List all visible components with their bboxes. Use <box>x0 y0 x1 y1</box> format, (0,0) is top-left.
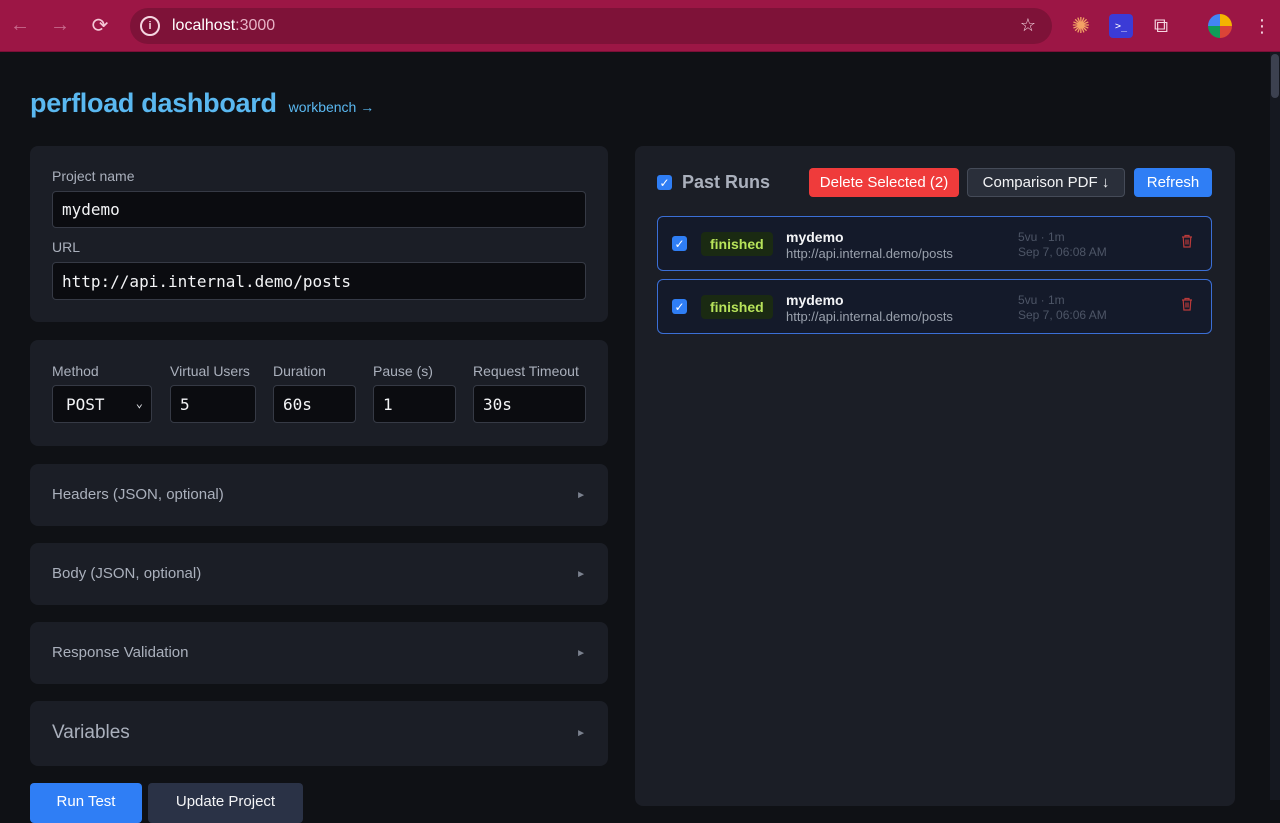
variables-section-label: Variables <box>52 722 130 743</box>
pause-label: Pause (s) <box>373 363 433 379</box>
run-project-name: mydemo <box>786 229 844 245</box>
run-checkbox[interactable]: ✓ <box>672 299 687 314</box>
body-section[interactable]: Body (JSON, optional) ► <box>30 543 608 605</box>
pause-input[interactable]: 1 <box>373 385 456 423</box>
expand-arrow-icon: ► <box>576 490 586 501</box>
headers-section[interactable]: Headers (JSON, optional) ► <box>30 464 608 526</box>
method-select[interactable]: POST ⌄ <box>52 385 152 423</box>
site-info-icon[interactable]: i <box>140 16 160 36</box>
duration-input[interactable]: 60s <box>273 385 356 423</box>
project-card: Project name mydemo URL http://api.inter… <box>30 146 608 322</box>
virtual-users-label: Virtual Users <box>170 363 250 379</box>
address-bar[interactable]: i localhost:3000 ☆ <box>130 8 1052 44</box>
past-runs-title: Past Runs <box>682 172 771 192</box>
url-input[interactable]: http://api.internal.demo/posts <box>52 262 586 300</box>
status-badge: finished <box>701 232 773 256</box>
reload-icon[interactable]: ⟳ <box>80 0 120 52</box>
project-name-label: Project name <box>52 168 135 184</box>
project-name-input[interactable]: mydemo <box>52 191 586 228</box>
config-card: Method POST ⌄ Virtual Users 5 Duration 6… <box>30 340 608 446</box>
update-project-button[interactable]: Update Project <box>148 783 303 823</box>
run-url: http://api.internal.demo/posts <box>786 246 953 261</box>
run-row[interactable]: ✓ finished mydemo http://api.internal.de… <box>657 279 1212 334</box>
refresh-button[interactable]: Refresh <box>1134 168 1212 197</box>
chevron-down-icon: ⌄ <box>135 396 143 410</box>
forward-icon[interactable]: → <box>40 0 80 52</box>
run-test-button[interactable]: Run Test <box>30 783 142 823</box>
url-label: URL <box>52 239 81 255</box>
expand-arrow-icon: ► <box>576 648 586 659</box>
request-timeout-label: Request Timeout <box>473 363 579 379</box>
comparison-pdf-button[interactable]: Comparison PDF ↓ <box>967 168 1125 197</box>
claude-extension-icon[interactable]: ✺ <box>1069 13 1093 38</box>
run-url: http://api.internal.demo/posts <box>786 309 953 324</box>
method-label: Method <box>52 363 99 379</box>
back-icon[interactable]: ← <box>0 0 40 52</box>
headers-section-label: Headers (JSON, optional) <box>52 486 224 503</box>
delete-selected-button[interactable]: Delete Selected (2) <box>809 168 959 197</box>
browser-toolbar: ← → ⟳ i localhost:3000 ☆ ✺ >_ ⧉ ⋮ <box>0 0 1280 52</box>
bookmark-star-icon[interactable]: ☆ <box>1020 15 1036 36</box>
method-select-value: POST <box>66 394 105 414</box>
expand-arrow-icon: ► <box>576 569 586 580</box>
status-badge: finished <box>701 295 773 319</box>
page-title: perfload dashboard <box>30 88 277 118</box>
page-content: perfload dashboard workbench → Project n… <box>0 52 1280 823</box>
trash-icon[interactable] <box>1181 297 1193 311</box>
workbench-link[interactable]: workbench → <box>289 99 375 115</box>
page-scrollbar[interactable] <box>1270 52 1280 800</box>
run-timestamp: Sep 7, 06:08 AM <box>1018 245 1107 259</box>
response-validation-section[interactable]: Response Validation ► <box>30 622 608 684</box>
terminal-extension-icon[interactable]: >_ <box>1109 14 1133 38</box>
request-timeout-input[interactable]: 30s <box>473 385 586 423</box>
profile-avatar[interactable] <box>1208 14 1232 38</box>
run-row[interactable]: ✓ finished mydemo http://api.internal.de… <box>657 216 1212 271</box>
address-url[interactable]: localhost:3000 <box>172 17 275 35</box>
select-all-checkbox[interactable]: ✓ <box>657 175 672 190</box>
virtual-users-input[interactable]: 5 <box>170 385 256 423</box>
run-summary: 5vu · 1m <box>1018 293 1065 307</box>
duration-label: Duration <box>273 363 326 379</box>
scrollbar-thumb[interactable] <box>1271 54 1279 98</box>
response-validation-label: Response Validation <box>52 644 189 661</box>
run-checkbox[interactable]: ✓ <box>672 236 687 251</box>
browser-menu-icon[interactable]: ⋮ <box>1250 14 1274 38</box>
variables-section[interactable]: Variables ► <box>30 701 608 766</box>
body-section-label: Body (JSON, optional) <box>52 565 202 582</box>
run-timestamp: Sep 7, 06:06 AM <box>1018 308 1107 322</box>
run-project-name: mydemo <box>786 292 844 308</box>
trash-icon[interactable] <box>1181 234 1193 248</box>
extensions-puzzle-icon[interactable]: ⧉ <box>1149 14 1173 38</box>
run-summary: 5vu · 1m <box>1018 230 1065 244</box>
page-header: perfload dashboard workbench → <box>30 88 374 119</box>
expand-arrow-icon: ► <box>576 728 586 739</box>
